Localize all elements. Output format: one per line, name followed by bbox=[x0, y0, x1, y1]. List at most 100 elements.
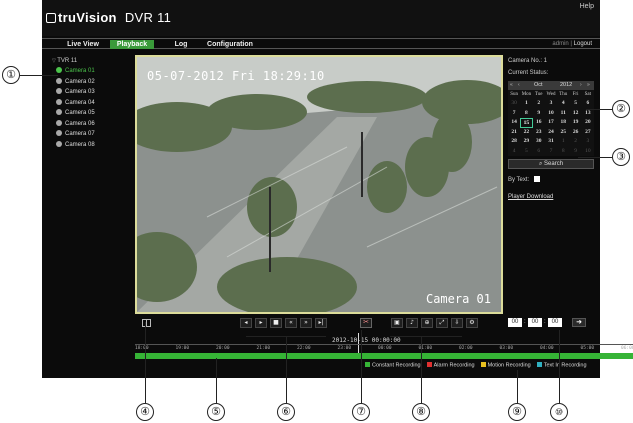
calendar-day[interactable]: 11 bbox=[557, 109, 569, 119]
video-frame-scene bbox=[137, 57, 501, 312]
calendar-day[interactable]: 7 bbox=[508, 109, 520, 119]
next-month-icon[interactable]: › bbox=[580, 81, 582, 90]
camera-item-05[interactable]: Camera 05 bbox=[52, 108, 132, 119]
calendar-day[interactable]: 9 bbox=[533, 109, 545, 119]
player-download-link[interactable]: Player Download bbox=[508, 194, 553, 200]
calendar-day[interactable]: 27 bbox=[582, 128, 594, 138]
calendar-month[interactable]: Oct bbox=[534, 81, 543, 90]
callout-leader bbox=[20, 75, 58, 76]
calendar-day[interactable]: 26 bbox=[569, 128, 581, 138]
top-bar: truVision DVR 11 Help bbox=[42, 0, 600, 36]
go-to-time-button[interactable]: ➜ bbox=[572, 318, 586, 327]
calendar-day[interactable]: 8 bbox=[520, 109, 532, 119]
calendar-day[interactable]: 6 bbox=[582, 99, 594, 109]
calendar-day[interactable]: 1 bbox=[557, 137, 569, 147]
calendar-day[interactable]: 28 bbox=[508, 137, 520, 147]
prev-year-icon[interactable]: « bbox=[510, 81, 513, 90]
split-screen-icon[interactable] bbox=[142, 319, 151, 327]
video-timestamp-overlay: 05-07-2012 Fri 18:29:10 bbox=[147, 69, 325, 83]
stop-icon[interactable]: ■ bbox=[270, 318, 282, 328]
camera-item-04[interactable]: Camera 04 bbox=[52, 98, 132, 109]
prev-month-icon[interactable]: ‹ bbox=[518, 81, 520, 90]
calendar-day[interactable]: 30 bbox=[533, 137, 545, 147]
time-hour-input[interactable]: 00 bbox=[508, 318, 522, 327]
camera-item-06[interactable]: Camera 06 bbox=[52, 119, 132, 130]
camera-item-02[interactable]: Camera 02 bbox=[52, 77, 132, 88]
calendar-day[interactable]: 4 bbox=[508, 147, 520, 157]
tab-configuration[interactable]: Configuration bbox=[202, 40, 258, 49]
full-screen-icon[interactable]: ⤢ bbox=[436, 318, 448, 328]
calendar-day[interactable]: 5 bbox=[569, 99, 581, 109]
reverse-play-icon[interactable]: ◂ bbox=[240, 318, 252, 328]
calendar-day[interactable]: 29 bbox=[520, 137, 532, 147]
calendar-day[interactable]: 3 bbox=[582, 137, 594, 147]
figure: truVision DVR 11 Help Live View Playback … bbox=[0, 0, 633, 423]
calendar-day[interactable]: 22 bbox=[520, 128, 532, 138]
settings-icon[interactable]: ⚙ bbox=[466, 318, 478, 328]
calendar-year[interactable]: 2012 bbox=[560, 81, 572, 90]
time-second-input[interactable]: 00 bbox=[548, 318, 562, 327]
callout-10: ⑩ bbox=[550, 403, 568, 421]
search-button[interactable]: ⌕ Search bbox=[508, 159, 594, 169]
zoom-icon[interactable]: ⊕ bbox=[421, 318, 433, 328]
slow-icon[interactable]: « bbox=[285, 318, 297, 328]
calendar-day[interactable]: 14 bbox=[508, 118, 520, 128]
by-text-label: By Text: bbox=[508, 177, 530, 183]
calendar-day[interactable]: 10 bbox=[582, 147, 594, 157]
calendar-day[interactable]: 15 bbox=[520, 118, 533, 128]
play-icon[interactable]: ▸ bbox=[255, 318, 267, 328]
logout-link[interactable]: Logout bbox=[574, 41, 592, 47]
clip-scissors-icon[interactable]: ✂ bbox=[360, 318, 372, 328]
playback-video[interactable]: 05-07-2012 Fri 18:29:10 Camera 01 bbox=[135, 55, 503, 314]
calendar-day[interactable]: 21 bbox=[508, 128, 520, 138]
time-minute-input[interactable]: 00 bbox=[528, 318, 542, 327]
calendar-day[interactable]: 30 bbox=[508, 99, 520, 109]
calendar-day[interactable]: 5 bbox=[520, 147, 532, 157]
calendar-day[interactable]: 16 bbox=[533, 118, 545, 128]
sound-icon[interactable]: ♪ bbox=[406, 318, 418, 328]
calendar-day[interactable]: 6 bbox=[533, 147, 545, 157]
by-text-option: By Text: bbox=[508, 175, 596, 185]
camera-item-01[interactable]: Camera 01 bbox=[52, 66, 132, 77]
next-year-icon[interactable]: » bbox=[587, 81, 590, 90]
calendar-day[interactable]: 19 bbox=[569, 118, 581, 128]
capture-icon[interactable]: ▣ bbox=[391, 318, 403, 328]
calendar-day[interactable]: 3 bbox=[545, 99, 557, 109]
tab-playback[interactable]: Playback bbox=[110, 40, 154, 49]
callout-leader bbox=[286, 336, 287, 403]
calendar-day[interactable]: 2 bbox=[569, 137, 581, 147]
timeline-tick-label: 06:00 bbox=[621, 346, 633, 351]
download-icon[interactable]: ⇩ bbox=[451, 318, 463, 328]
calendar-day[interactable]: 7 bbox=[545, 147, 557, 157]
timeline-tick-label: 20:00 bbox=[216, 346, 230, 351]
calendar-day[interactable]: 1 bbox=[520, 99, 532, 109]
calendar-day[interactable]: 23 bbox=[533, 128, 545, 138]
calendar-day[interactable]: 18 bbox=[557, 118, 569, 128]
search-label: Search bbox=[544, 161, 564, 167]
calendar-day[interactable]: 17 bbox=[545, 118, 557, 128]
calendar-day[interactable]: 24 bbox=[545, 128, 557, 138]
by-text-checkbox[interactable] bbox=[534, 176, 541, 182]
camera-item-03[interactable]: Camera 03 bbox=[52, 87, 132, 98]
help-link[interactable]: Help bbox=[580, 3, 594, 10]
camera-item-08[interactable]: Camera 08 bbox=[52, 140, 132, 151]
calendar-day[interactable]: 10 bbox=[545, 109, 557, 119]
calendar-day[interactable]: 9 bbox=[569, 147, 581, 157]
camera-item-07[interactable]: Camera 07 bbox=[52, 129, 132, 140]
calendar-day[interactable]: 31 bbox=[545, 137, 557, 147]
dvr-web-client: truVision DVR 11 Help Live View Playback … bbox=[42, 0, 633, 378]
fast-icon[interactable]: » bbox=[300, 318, 312, 328]
calendar-day[interactable]: 4 bbox=[557, 99, 569, 109]
calendar-day[interactable]: 25 bbox=[557, 128, 569, 138]
calendar-day[interactable]: 20 bbox=[582, 118, 594, 128]
calendar-day[interactable]: 8 bbox=[557, 147, 569, 157]
legend-label: Alarm Recording bbox=[433, 362, 475, 369]
tab-log[interactable]: Log bbox=[164, 40, 198, 49]
calendar-weekday: Wed bbox=[546, 92, 556, 97]
frame-step-icon[interactable]: ▸| bbox=[315, 318, 327, 328]
camera-label: Camera 07 bbox=[65, 131, 95, 137]
tab-live-view[interactable]: Live View bbox=[62, 40, 104, 49]
calendar-day[interactable]: 12 bbox=[569, 109, 581, 119]
tree-root-device[interactable]: TVR 11 bbox=[52, 56, 132, 66]
calendar-day[interactable]: 2 bbox=[533, 99, 545, 109]
